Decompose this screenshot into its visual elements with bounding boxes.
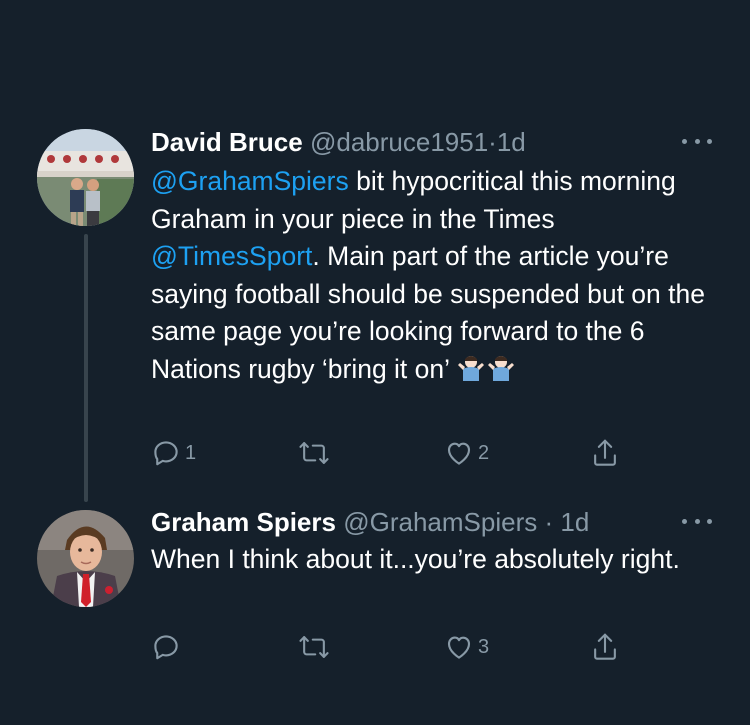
retweet-icon (299, 442, 329, 464)
author-avatar[interactable] (37, 129, 134, 226)
mention-link[interactable]: @TimesSport (151, 241, 312, 271)
tweet-header: Graham Spiers @GrahamSpiers · 1d (151, 507, 589, 537)
retweet-button[interactable] (298, 436, 330, 470)
like-button[interactable]: 2 (444, 436, 489, 470)
reply-icon (154, 441, 178, 466)
like-button[interactable]: 3 (444, 630, 489, 664)
separator-dot: · (544, 507, 554, 537)
like-count: 3 (478, 635, 490, 658)
more-options-icon[interactable] (682, 131, 712, 151)
tweet-header: David Bruce @dabruce1951·1d (151, 127, 526, 157)
tweet-item[interactable]: David Bruce @dabruce1951·1d @GrahamSpier… (0, 0, 750, 480)
tweet-actions-bar: 1 2 (0, 436, 750, 470)
tweet-thread-screen: David Bruce @dabruce1951·1d @GrahamSpier… (0, 0, 750, 725)
tweet-timestamp[interactable]: 1d (497, 127, 526, 157)
share-button[interactable] (590, 436, 620, 470)
author-handle[interactable]: @dabruce1951 (310, 127, 488, 157)
reply-button[interactable]: 1 (151, 436, 196, 470)
like-icon (447, 636, 471, 659)
avatar-photo-two-people-icon (37, 129, 134, 226)
separator-dot: · (488, 127, 497, 157)
share-icon (594, 439, 616, 466)
author-name[interactable]: Graham Spiers (151, 507, 336, 537)
person-shrugging-emoji (488, 355, 515, 381)
author-name[interactable]: David Bruce (151, 127, 303, 157)
tweet-item[interactable]: Graham Spiers @GrahamSpiers · 1d When I … (0, 490, 750, 725)
mention-link[interactable]: @GrahamSpiers (151, 166, 349, 196)
reply-count: 1 (185, 441, 197, 464)
reply-icon (154, 635, 178, 660)
tweet-actions-bar: 3 (0, 630, 750, 664)
avatar-photo-boy-suit-icon (37, 510, 134, 607)
tweet-text: When I think about it...you’re absolutel… (151, 544, 680, 574)
retweet-button[interactable] (298, 630, 330, 664)
share-button[interactable] (590, 630, 620, 664)
like-icon (447, 442, 471, 465)
person-shrugging-emoji (458, 355, 485, 381)
reply-button[interactable] (151, 630, 181, 664)
more-options-icon[interactable] (682, 511, 712, 531)
tweet-text: @GrahamSpiers bit hypocritical this morn… (151, 163, 711, 388)
tweet-timestamp[interactable]: 1d (560, 507, 589, 537)
author-avatar[interactable] (37, 510, 134, 607)
like-count: 2 (478, 441, 490, 464)
author-handle[interactable]: @GrahamSpiers (343, 507, 537, 537)
share-icon (594, 633, 616, 660)
retweet-icon (299, 636, 329, 658)
